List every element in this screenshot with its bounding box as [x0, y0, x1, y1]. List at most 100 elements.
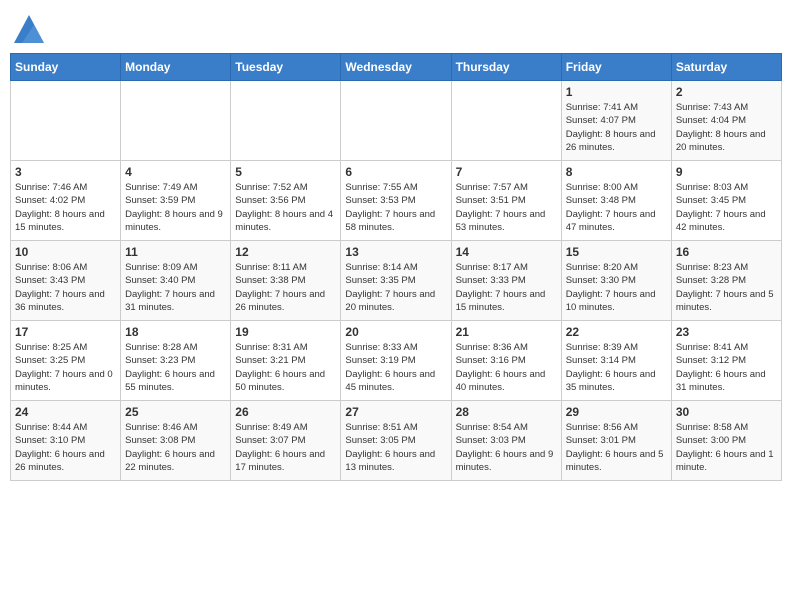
day-number: 6: [345, 165, 446, 179]
day-info: Sunrise: 8:36 AM Sunset: 3:16 PM Dayligh…: [456, 341, 557, 394]
day-cell: 11 Sunrise: 8:09 AM Sunset: 3:40 PM Dayli…: [121, 241, 231, 321]
day-info: Sunrise: 8:33 AM Sunset: 3:19 PM Dayligh…: [345, 341, 446, 394]
day-cell: 5Sunrise: 7:52 AM Sunset: 3:56 PM Daylig…: [231, 161, 341, 241]
day-cell: 1Sunrise: 7:41 AM Sunset: 4:07 PM Daylig…: [561, 81, 671, 161]
calendar-header: SundayMondayTuesdayWednesdayThursdayFrid…: [11, 54, 782, 81]
day-number: 17: [15, 325, 116, 339]
day-info: Sunrise: 8:28 AM Sunset: 3:23 PM Dayligh…: [125, 341, 226, 394]
day-info: Sunrise: 7:57 AM Sunset: 3:51 PM Dayligh…: [456, 181, 557, 234]
day-number: 3: [15, 165, 116, 179]
day-cell: 16 Sunrise: 8:23 AM Sunset: 3:28 PM Dayli…: [671, 241, 781, 321]
day-cell: 24 Sunrise: 8:44 AM Sunset: 3:10 PM Dayli…: [11, 401, 121, 481]
day-number: 14: [456, 245, 557, 259]
day-cell: 19 Sunrise: 8:31 AM Sunset: 3:21 PM Dayli…: [231, 321, 341, 401]
day-number: 26: [235, 405, 336, 419]
day-cell: [231, 81, 341, 161]
day-cell: 2 Sunrise: 7:43 AM Sunset: 4:04 PM Daylig…: [671, 81, 781, 161]
day-info: Sunrise: 7:52 AM Sunset: 3:56 PM Dayligh…: [235, 181, 336, 234]
header-cell-friday: Friday: [561, 54, 671, 81]
day-number: 10: [15, 245, 116, 259]
day-cell: 23 Sunrise: 8:41 AM Sunset: 3:12 PM Dayli…: [671, 321, 781, 401]
day-number: 2: [676, 85, 777, 99]
day-cell: [451, 81, 561, 161]
day-info: Sunrise: 8:56 AM Sunset: 3:01 PM Dayligh…: [566, 421, 667, 474]
day-number: 7: [456, 165, 557, 179]
header-cell-wednesday: Wednesday: [341, 54, 451, 81]
day-info: Sunrise: 8:49 AM Sunset: 3:07 PM Dayligh…: [235, 421, 336, 474]
day-cell: [341, 81, 451, 161]
day-number: 9: [676, 165, 777, 179]
day-cell: 13Sunrise: 8:14 AM Sunset: 3:35 PM Dayli…: [341, 241, 451, 321]
day-number: 18: [125, 325, 226, 339]
day-info: Sunrise: 8:44 AM Sunset: 3:10 PM Dayligh…: [15, 421, 116, 474]
day-info: Sunrise: 8:46 AM Sunset: 3:08 PM Dayligh…: [125, 421, 226, 474]
day-cell: 22 Sunrise: 8:39 AM Sunset: 3:14 PM Dayli…: [561, 321, 671, 401]
day-cell: 17 Sunrise: 8:25 AM Sunset: 3:25 PM Dayli…: [11, 321, 121, 401]
day-number: 28: [456, 405, 557, 419]
day-info: Sunrise: 8:14 AM Sunset: 3:35 PM Dayligh…: [345, 261, 446, 314]
day-number: 16: [676, 245, 777, 259]
day-info: Sunrise: 8:25 AM Sunset: 3:25 PM Dayligh…: [15, 341, 116, 394]
day-number: 8: [566, 165, 667, 179]
day-number: 11: [125, 245, 226, 259]
day-cell: 8 Sunrise: 8:00 AM Sunset: 3:48 PM Daylig…: [561, 161, 671, 241]
day-cell: [11, 81, 121, 161]
day-info: Sunrise: 8:58 AM Sunset: 3:00 PM Dayligh…: [676, 421, 777, 474]
day-number: 21: [456, 325, 557, 339]
day-number: 24: [15, 405, 116, 419]
day-cell: 20 Sunrise: 8:33 AM Sunset: 3:19 PM Dayli…: [341, 321, 451, 401]
day-info: Sunrise: 8:06 AM Sunset: 3:43 PM Dayligh…: [15, 261, 116, 314]
page-header: [10, 10, 782, 43]
day-info: Sunrise: 8:20 AM Sunset: 3:30 PM Dayligh…: [566, 261, 667, 314]
week-row-5: 24 Sunrise: 8:44 AM Sunset: 3:10 PM Dayli…: [11, 401, 782, 481]
day-info: Sunrise: 8:31 AM Sunset: 3:21 PM Dayligh…: [235, 341, 336, 394]
day-number: 27: [345, 405, 446, 419]
day-number: 25: [125, 405, 226, 419]
logo-icon: [14, 15, 44, 43]
day-cell: 7 Sunrise: 7:57 AM Sunset: 3:51 PM Daylig…: [451, 161, 561, 241]
day-cell: [121, 81, 231, 161]
day-number: 23: [676, 325, 777, 339]
day-info: Sunrise: 8:39 AM Sunset: 3:14 PM Dayligh…: [566, 341, 667, 394]
week-row-3: 10 Sunrise: 8:06 AM Sunset: 3:43 PM Dayli…: [11, 241, 782, 321]
day-cell: 29 Sunrise: 8:56 AM Sunset: 3:01 PM Dayli…: [561, 401, 671, 481]
day-cell: 27 Sunrise: 8:51 AM Sunset: 3:05 PM Dayli…: [341, 401, 451, 481]
day-cell: 12Sunrise: 8:11 AM Sunset: 3:38 PM Dayli…: [231, 241, 341, 321]
header-cell-monday: Monday: [121, 54, 231, 81]
day-info: Sunrise: 7:49 AM Sunset: 3:59 PM Dayligh…: [125, 181, 226, 234]
day-number: 12: [235, 245, 336, 259]
day-info: Sunrise: 7:43 AM Sunset: 4:04 PM Dayligh…: [676, 101, 777, 154]
day-info: Sunrise: 8:41 AM Sunset: 3:12 PM Dayligh…: [676, 341, 777, 394]
day-info: Sunrise: 8:51 AM Sunset: 3:05 PM Dayligh…: [345, 421, 446, 474]
day-info: Sunrise: 7:41 AM Sunset: 4:07 PM Dayligh…: [566, 101, 667, 154]
day-cell: 30 Sunrise: 8:58 AM Sunset: 3:00 PM Dayli…: [671, 401, 781, 481]
day-cell: 28 Sunrise: 8:54 AM Sunset: 3:03 PM Dayli…: [451, 401, 561, 481]
day-info: Sunrise: 8:09 AM Sunset: 3:40 PM Dayligh…: [125, 261, 226, 314]
day-cell: 3Sunrise: 7:46 AM Sunset: 4:02 PM Daylig…: [11, 161, 121, 241]
day-cell: 18 Sunrise: 8:28 AM Sunset: 3:23 PM Dayli…: [121, 321, 231, 401]
week-row-1: 1Sunrise: 7:41 AM Sunset: 4:07 PM Daylig…: [11, 81, 782, 161]
header-cell-sunday: Sunday: [11, 54, 121, 81]
header-cell-saturday: Saturday: [671, 54, 781, 81]
logo: [10, 15, 44, 43]
day-info: Sunrise: 8:00 AM Sunset: 3:48 PM Dayligh…: [566, 181, 667, 234]
calendar-table: SundayMondayTuesdayWednesdayThursdayFrid…: [10, 53, 782, 481]
week-row-4: 17 Sunrise: 8:25 AM Sunset: 3:25 PM Dayli…: [11, 321, 782, 401]
day-cell: 6 Sunrise: 7:55 AM Sunset: 3:53 PM Daylig…: [341, 161, 451, 241]
day-info: Sunrise: 7:55 AM Sunset: 3:53 PM Dayligh…: [345, 181, 446, 234]
day-info: Sunrise: 8:54 AM Sunset: 3:03 PM Dayligh…: [456, 421, 557, 474]
day-info: Sunrise: 8:23 AM Sunset: 3:28 PM Dayligh…: [676, 261, 777, 314]
day-cell: 14Sunrise: 8:17 AM Sunset: 3:33 PM Dayli…: [451, 241, 561, 321]
calendar-body: 1Sunrise: 7:41 AM Sunset: 4:07 PM Daylig…: [11, 81, 782, 481]
day-number: 22: [566, 325, 667, 339]
day-info: Sunrise: 8:03 AM Sunset: 3:45 PM Dayligh…: [676, 181, 777, 234]
day-cell: 9 Sunrise: 8:03 AM Sunset: 3:45 PM Daylig…: [671, 161, 781, 241]
header-row: SundayMondayTuesdayWednesdayThursdayFrid…: [11, 54, 782, 81]
header-cell-tuesday: Tuesday: [231, 54, 341, 81]
day-number: 19: [235, 325, 336, 339]
day-cell: 21 Sunrise: 8:36 AM Sunset: 3:16 PM Dayli…: [451, 321, 561, 401]
day-number: 29: [566, 405, 667, 419]
day-number: 30: [676, 405, 777, 419]
day-number: 20: [345, 325, 446, 339]
header-cell-thursday: Thursday: [451, 54, 561, 81]
